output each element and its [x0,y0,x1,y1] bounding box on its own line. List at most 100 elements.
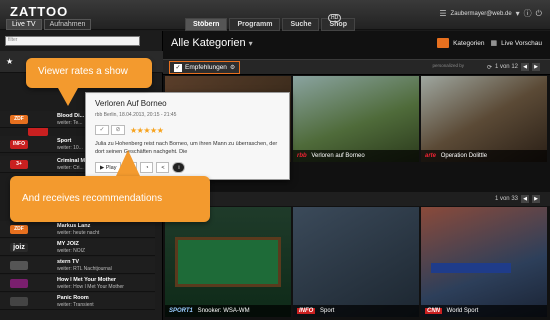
channel-show: How I Met Your Mother [57,277,117,283]
star-icon[interactable]: ★ [6,57,13,66]
chevron-down-icon: ▾ [248,39,253,48]
recommendations-label: Empfehlungen [185,64,227,71]
power-icon[interactable]: ⏻ [536,9,542,19]
channel-logo [10,297,28,306]
channel-next: weiter: 10... [57,145,83,151]
reminder-button[interactable]: ◔ [140,162,154,173]
channel-next: weiter: RTL Nachtjournal [57,266,112,272]
callout-arrow [116,150,140,176]
channel-next: weiter: NOIZ [57,248,86,254]
next-page-button[interactable]: ▶ [532,195,540,203]
channel-logo-red [28,127,48,136]
show-title: World Sport [446,308,479,314]
tab-stoebern[interactable]: Stöbern [185,18,228,31]
view-kategorien-label: Kategorien [453,39,485,47]
view-toggle: Kategorien ▦ Live Vorschau [437,38,542,48]
channel-item[interactable]: Panic Room weiter: Transient [0,293,155,310]
view-vorschau-button[interactable]: ▦ Live Vorschau [490,39,542,48]
popup-actions: ▶ Play ● ◔ < i [95,162,186,173]
menu-icon[interactable]: ☰ [439,9,446,18]
live-tabs: Live TV Aufnahmen [6,19,92,30]
channel-item[interactable]: How I Met Your Mother weiter: How I Met … [0,275,155,292]
tab-aufnahmen[interactable]: Aufnahmen [43,19,92,30]
kategorien-icon [437,38,450,48]
channel-search-input[interactable]: filter [5,36,140,46]
tab-programm[interactable]: Programm [229,18,281,31]
refresh-icon[interactable]: ⟳ [487,64,492,71]
show-title: Operation Dolittle [440,153,488,159]
row2-pager: 1 von 33 ◀ ▶ [495,195,540,203]
personalized-label: personalized by [432,63,464,68]
prev-page-button[interactable]: ◀ [521,195,529,203]
show-tile[interactable]: INFO Sport [293,207,419,317]
channel-show: Markus Lanz [57,223,91,229]
page-title[interactable]: Alle Kategorien ▾ [171,37,253,49]
info-icon[interactable]: ⓘ [524,8,532,19]
tab-suche[interactable]: Suche [282,18,320,31]
play-label: Play [105,165,117,171]
snooker-table [175,237,281,287]
channel-logo: 3+ [10,160,28,169]
channel-name: arte [425,153,437,159]
row1-pager: ⟳ 1 von 12 ◀ ▶ [487,63,540,71]
channel-item[interactable]: stern TV weiter: RTL Nachtjournal [0,257,155,274]
popup-title: Verloren Auf Borneo [95,99,167,108]
user-email[interactable]: Zaubermayer@web.de [451,11,512,17]
zattoo-logo[interactable]: ZATTOO [10,4,68,19]
channel-logo [10,261,28,270]
tile-caption: CNN World Sport [421,305,547,317]
channel-logo [10,279,28,288]
channel-next: weiter: How I Met Your Mother [57,284,124,290]
pager-text: 1 von 12 [494,64,518,70]
show-tile[interactable]: rbb Verloren auf Borneo [293,76,419,162]
chevron-down-icon[interactable]: ▾ [516,9,520,18]
checkbox[interactable]: ✓ [174,63,182,72]
channel-name: CNN [425,308,442,314]
channel-next: weiter: heute nacht [57,230,100,236]
prev-page-button[interactable]: ◀ [521,63,529,71]
callout-rates: Viewer rates a show [26,58,152,88]
page-title-text: Alle Kategorien [171,37,246,49]
show-title: Sport [320,308,335,314]
rating-row: ✓ ⊘ ★★★★★ [95,125,164,135]
channel-show: Sport [57,138,72,144]
hd-badge: HD [328,14,342,22]
show-tile[interactable]: CNN World Sport [421,207,547,317]
row2-header: 1 von 33 ◀ ▶ [163,192,550,206]
next-page-button[interactable]: ▶ [532,63,540,71]
channel-show: Blood Di... [57,113,85,119]
show-tile[interactable]: arte Operation Dolittle [421,76,547,162]
tile-caption: INFO Sport [293,305,419,317]
channel-logo: joiz [10,243,28,252]
channel-next: weiter: Cri... [57,165,84,171]
callout-arrow [58,88,78,106]
share-icon[interactable]: < [156,162,170,173]
show-title: Verloren auf Borneo [311,153,365,159]
tab-live-tv[interactable]: Live TV [6,19,42,30]
channel-name: INFO [297,308,316,314]
channel-next: weiter: Te... [57,120,83,126]
show-tile[interactable]: SPORT1 Snooker: WSA-WM [165,207,291,317]
info-icon[interactable]: i [172,162,186,173]
top-bar: ZATTOO Live TV Aufnahmen Stöbern Program… [0,0,550,31]
user-area: ☰ Zaubermayer@web.de ▾ ⓘ ⏻ [439,8,542,19]
channel-show: Panic Room [57,295,89,301]
gear-icon[interactable]: ⚙ [230,64,235,71]
channel-item[interactable]: ZDF Markus Lanz weiter: heute nacht [0,221,155,238]
recommendations-filter[interactable]: ✓ Empfehlungen ⚙ [169,61,241,74]
row-recommendations-header: ✓ Empfehlungen ⚙ personalized by ⟳ 1 von… [163,59,550,75]
channel-next: weiter: Transient [57,302,94,308]
channel-logo: ZDF [10,115,28,124]
view-kategorien-button[interactable]: Kategorien [437,38,485,48]
grid-icon: ▦ [490,40,498,47]
callout-recommendations: And receives recommendations [10,176,210,222]
view-vorschau-label: Live Vorschau [501,39,542,47]
tile-caption: SPORT1 Snooker: WSA-WM [165,305,291,317]
dislike-button[interactable]: ⊘ [111,125,125,135]
channel-item[interactable]: joiz MY JOIZ weiter: NOIZ [0,239,155,256]
zattoo-app: ZATTOO Live TV Aufnahmen Stöbern Program… [0,0,550,320]
star-rating[interactable]: ★★★★★ [130,126,164,135]
channel-show: MY JOIZ [57,241,79,247]
like-button[interactable]: ✓ [95,125,109,135]
channel-name: rbb [297,153,307,159]
